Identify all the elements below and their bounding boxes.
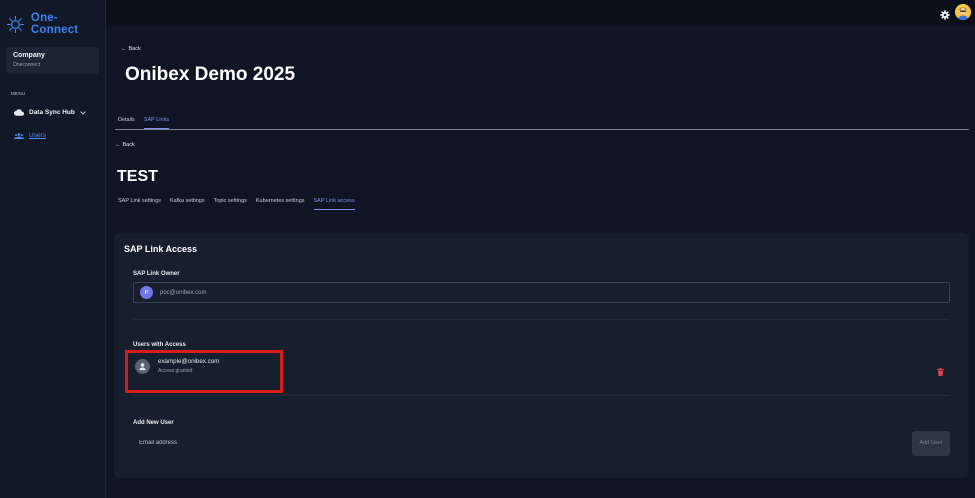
page-tabs: Details SAP Links (118, 117, 170, 129)
arrow-left-icon: ← (121, 46, 127, 52)
remove-user-button[interactable] (937, 363, 944, 381)
divider (133, 319, 950, 320)
owner-field: P poc@onibex.com (133, 282, 950, 303)
trash-icon (937, 368, 944, 376)
panel-title: SAP Link Access (124, 244, 198, 254)
email-input[interactable] (133, 435, 833, 451)
sap-link-title: TEST (117, 168, 158, 185)
tab-details[interactable]: Details (118, 117, 135, 129)
back-link-sap[interactable]: ← Back (115, 142, 135, 148)
owner-email: poc@onibex.com (160, 289, 207, 296)
users-with-access-label: Users with Access (133, 342, 186, 348)
back-label: Back (128, 46, 141, 52)
company-title: Company (13, 52, 45, 59)
chevron-down-icon (80, 110, 86, 115)
sidebar-item-label: Data Sync Hub (29, 109, 75, 116)
company-selector[interactable]: Company Oneconnect (6, 47, 99, 74)
highlight-box (125, 350, 283, 393)
sidebar-item-data-sync-hub[interactable]: Data Sync Hub (14, 109, 86, 116)
back-label: Back (122, 142, 135, 148)
logo-icon (6, 15, 24, 33)
add-new-user-label: Add New User (133, 420, 174, 426)
menu-label: MENU (11, 91, 26, 96)
tab-kubernetes-settings[interactable]: Kubernetes settings (256, 198, 305, 210)
sap-link-access-panel: SAP Link Access SAP Link Owner P poc@oni… (114, 233, 969, 478)
tab-topic-settings[interactable]: Topic settings (214, 198, 247, 210)
sidebar-item-users[interactable]: Users (14, 132, 46, 139)
users-icon (14, 132, 24, 139)
tab-sap-link-access[interactable]: SAP Link access (313, 198, 355, 210)
tabs-divider (115, 129, 969, 130)
gear-icon (940, 10, 950, 20)
tab-sap-links[interactable]: SAP Links (143, 117, 170, 129)
user-avatar[interactable] (955, 4, 971, 20)
top-bar (106, 0, 975, 25)
settings-button[interactable] (940, 7, 950, 25)
add-user-button[interactable]: Add User (912, 431, 950, 456)
divider (133, 395, 950, 396)
arrow-left-icon: ← (115, 142, 121, 148)
app-name: One-Connect (30, 12, 79, 36)
avatar-icon (955, 4, 971, 20)
app-logo[interactable]: One-Connect (6, 12, 105, 36)
tab-sap-link-settings[interactable]: SAP Link settings (118, 198, 161, 210)
owner-label: SAP Link Owner (133, 271, 180, 277)
tab-kafka-settings[interactable]: Kafka settings (170, 198, 205, 210)
back-link[interactable]: ← Back (121, 46, 141, 52)
company-name: Oneconnect (13, 62, 40, 68)
sidebar: One-Connect Company Oneconnect MENU Data… (0, 0, 106, 498)
owner-avatar: P (140, 286, 153, 299)
sidebar-item-label: Users (29, 132, 46, 139)
cloud-icon (14, 109, 24, 116)
sap-link-tabs: SAP Link settings Kafka settings Topic s… (118, 198, 355, 210)
page-title: Onibex Demo 2025 (125, 64, 296, 85)
